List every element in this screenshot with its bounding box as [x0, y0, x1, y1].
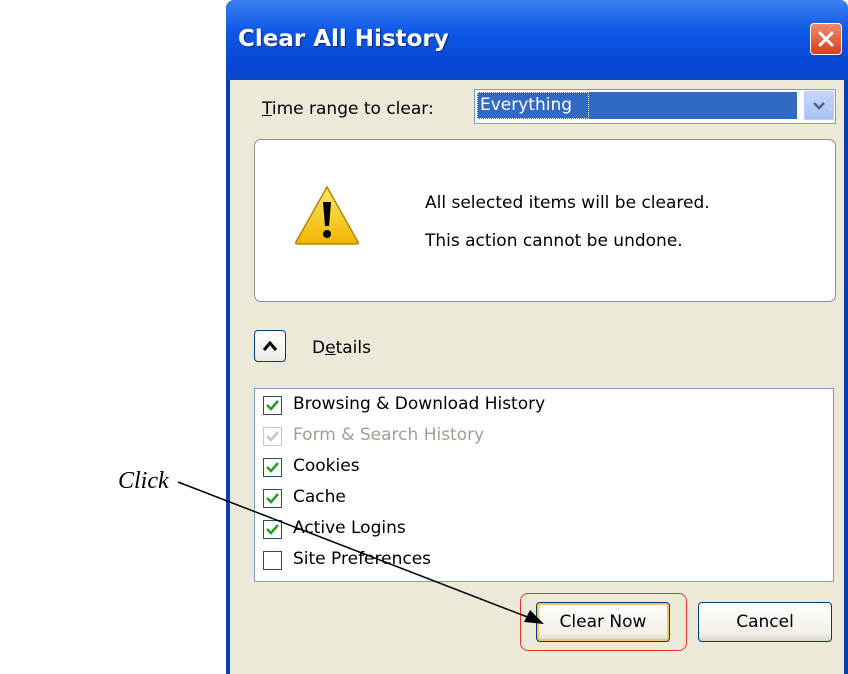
annotation-arrow — [177, 481, 544, 624]
